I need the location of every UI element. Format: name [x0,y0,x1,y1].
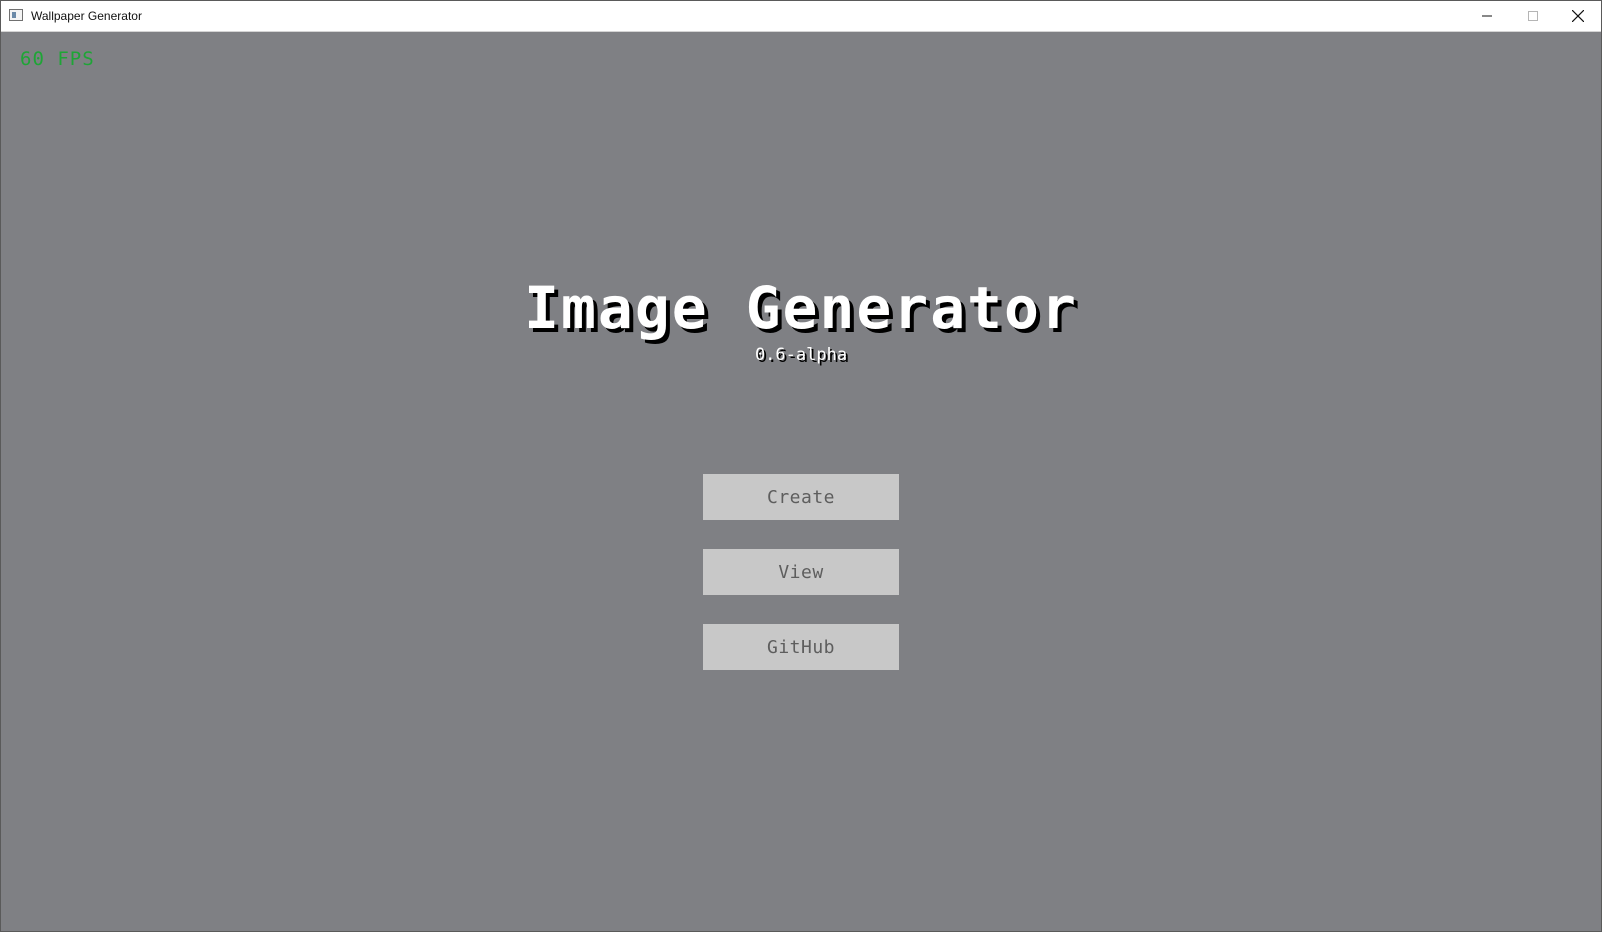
fps-counter: 60 FPS [20,48,95,70]
app-window: Wallpaper Generator 60 FPS Image Generat… [0,0,1602,932]
view-button[interactable]: View [703,549,899,595]
minimize-button[interactable] [1464,1,1510,31]
github-button[interactable]: GitHub [703,624,899,670]
window-app-icon [9,9,23,21]
maximize-button[interactable] [1510,1,1556,31]
create-button[interactable]: Create [703,474,899,520]
version-label: 0.6-alpha [754,345,848,365]
maximize-icon [1528,11,1538,21]
close-icon [1572,10,1584,22]
main-canvas: 60 FPS Image Generator 0.6-alpha Create … [1,32,1601,931]
title-container: Image Generator [1,274,1601,342]
page-title: Image Generator [524,274,1078,342]
close-button[interactable] [1555,1,1601,31]
title-bar[interactable]: Wallpaper Generator [1,1,1601,32]
window-title: Wallpaper Generator [31,9,142,23]
minimize-icon [1482,15,1492,17]
